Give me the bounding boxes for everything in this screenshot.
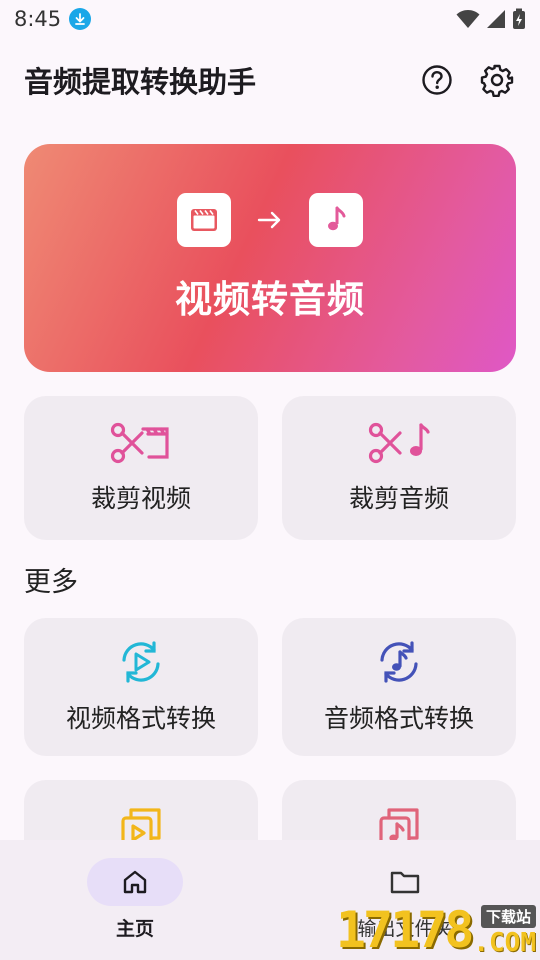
status-left: 8:45 (14, 7, 92, 31)
hero-tile-video (177, 193, 231, 247)
watermark-suffix: .COM (473, 928, 536, 958)
video-format-convert-label: 视频格式转换 (65, 704, 216, 733)
nav-home-label: 主页 (115, 918, 154, 940)
arrow-right-icon (257, 211, 281, 229)
more-section-title: 更多 (24, 567, 78, 598)
status-time: 8:45 (14, 7, 62, 31)
help-button[interactable] (418, 61, 456, 99)
music-note-icon (328, 206, 346, 231)
cut-audio-icon (368, 422, 430, 464)
video-clapper-icon (191, 209, 217, 231)
folder-icon (390, 871, 420, 894)
watermark-logo: 17178 下载站 .COM (336, 902, 536, 958)
status-bar: 8:45 (0, 0, 540, 38)
audio-convert-icon (380, 641, 418, 683)
cut-audio-label: 裁剪音频 (348, 484, 449, 513)
settings-button[interactable] (478, 61, 516, 99)
battery-charging-icon (513, 8, 525, 29)
nav-folder-pill (357, 858, 453, 906)
watermark-tag: 下载站 (480, 905, 536, 928)
gear-icon (480, 64, 514, 97)
cut-video-card[interactable]: 裁剪视频 (24, 396, 258, 540)
cut-video-label: 裁剪视频 (90, 484, 191, 513)
cut-video-icon (110, 422, 169, 464)
wifi-icon (456, 10, 480, 28)
video-to-audio-card[interactable]: 视频转音频 (24, 144, 516, 372)
hero-tile-audio (309, 193, 363, 247)
video-format-convert-card[interactable]: 视频格式转换 (24, 618, 258, 756)
hero-title: 视频转音频 (175, 278, 365, 321)
watermark-number: 17178 (335, 901, 475, 959)
video-convert-icon (122, 641, 160, 683)
audio-format-convert-label: 音频格式转换 (323, 704, 474, 733)
hero-icons (177, 193, 363, 247)
status-right (456, 8, 526, 30)
home-icon (123, 870, 147, 894)
nav-item-home[interactable]: 主页 (0, 840, 270, 960)
cell-signal-icon (487, 10, 505, 28)
app-actions (418, 61, 516, 99)
nav-home-pill (87, 858, 183, 906)
cut-audio-card[interactable]: 裁剪音频 (282, 396, 516, 540)
audio-format-convert-card[interactable]: 音频格式转换 (282, 618, 516, 756)
app-title: 音频提取转换助手 (24, 65, 257, 99)
watermark-side: 下载站 .COM (473, 905, 536, 958)
download-icon (69, 8, 92, 30)
app-bar: 音频提取转换助手 (0, 52, 540, 108)
help-circle-icon (422, 65, 452, 95)
